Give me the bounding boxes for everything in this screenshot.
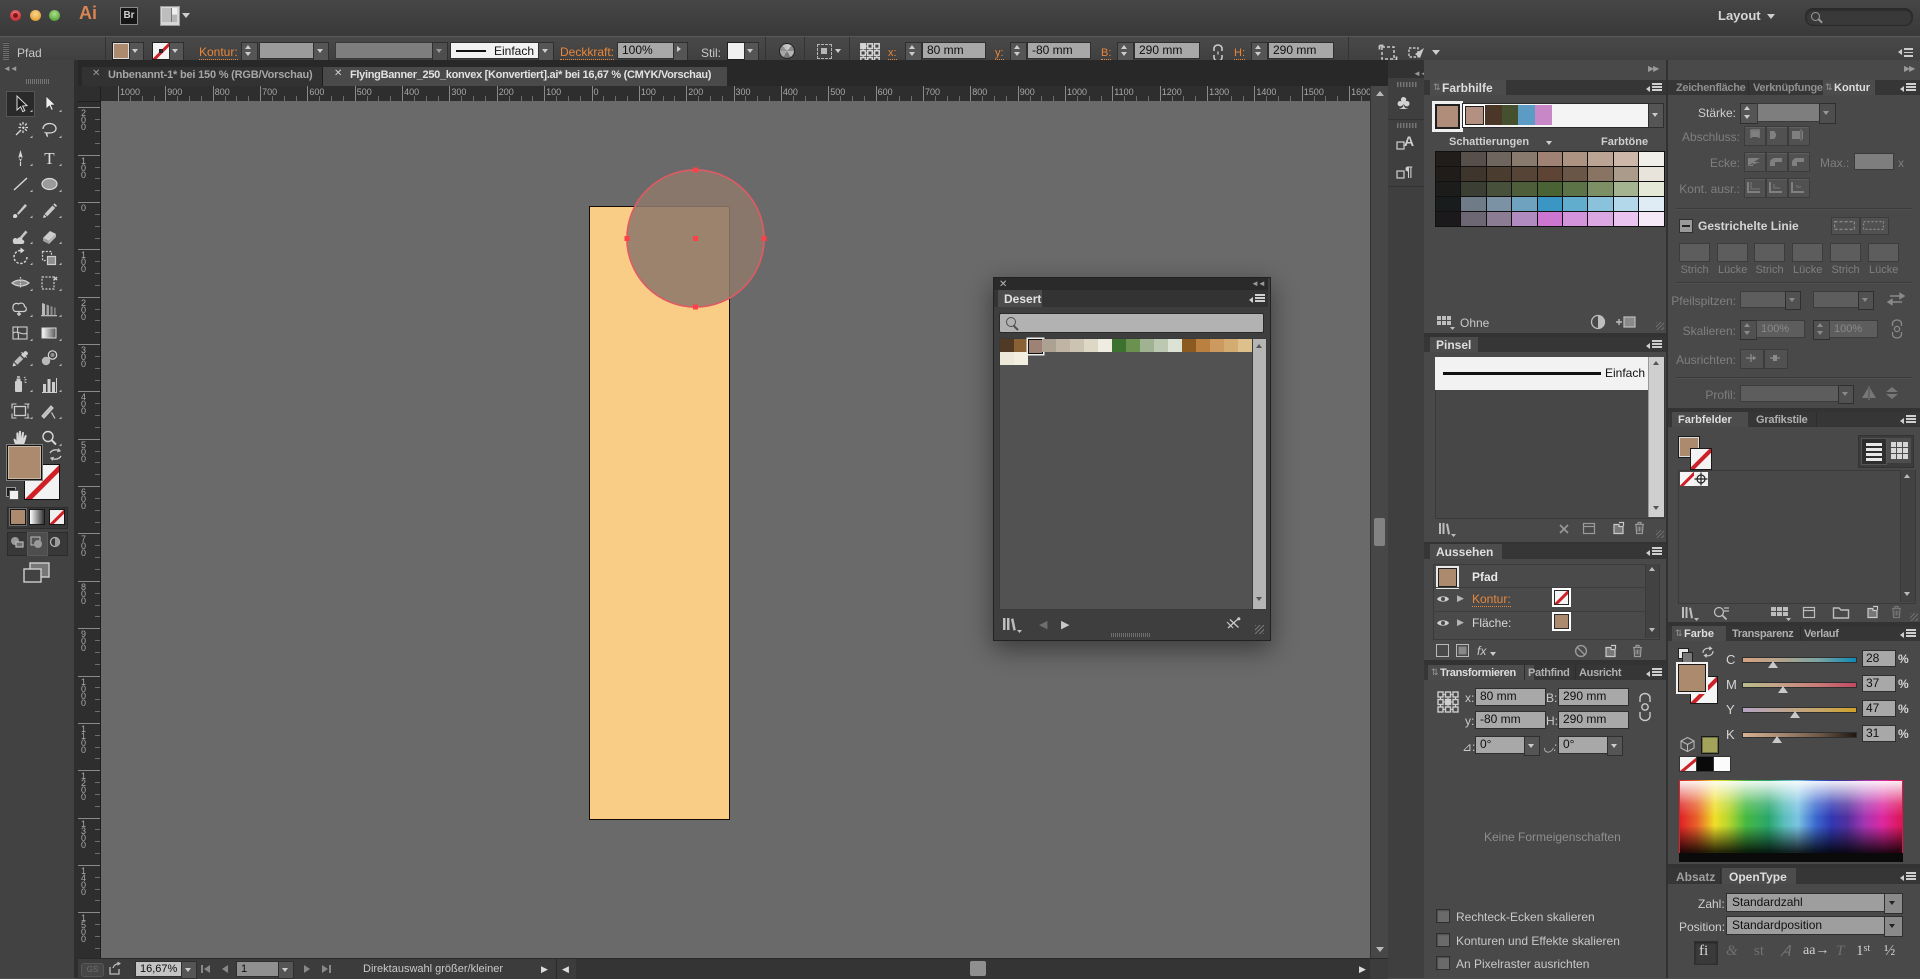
svg-text:¶: ¶ bbox=[1405, 163, 1413, 179]
svg-text:A: A bbox=[1404, 133, 1414, 149]
svg-text:T: T bbox=[44, 149, 55, 168]
